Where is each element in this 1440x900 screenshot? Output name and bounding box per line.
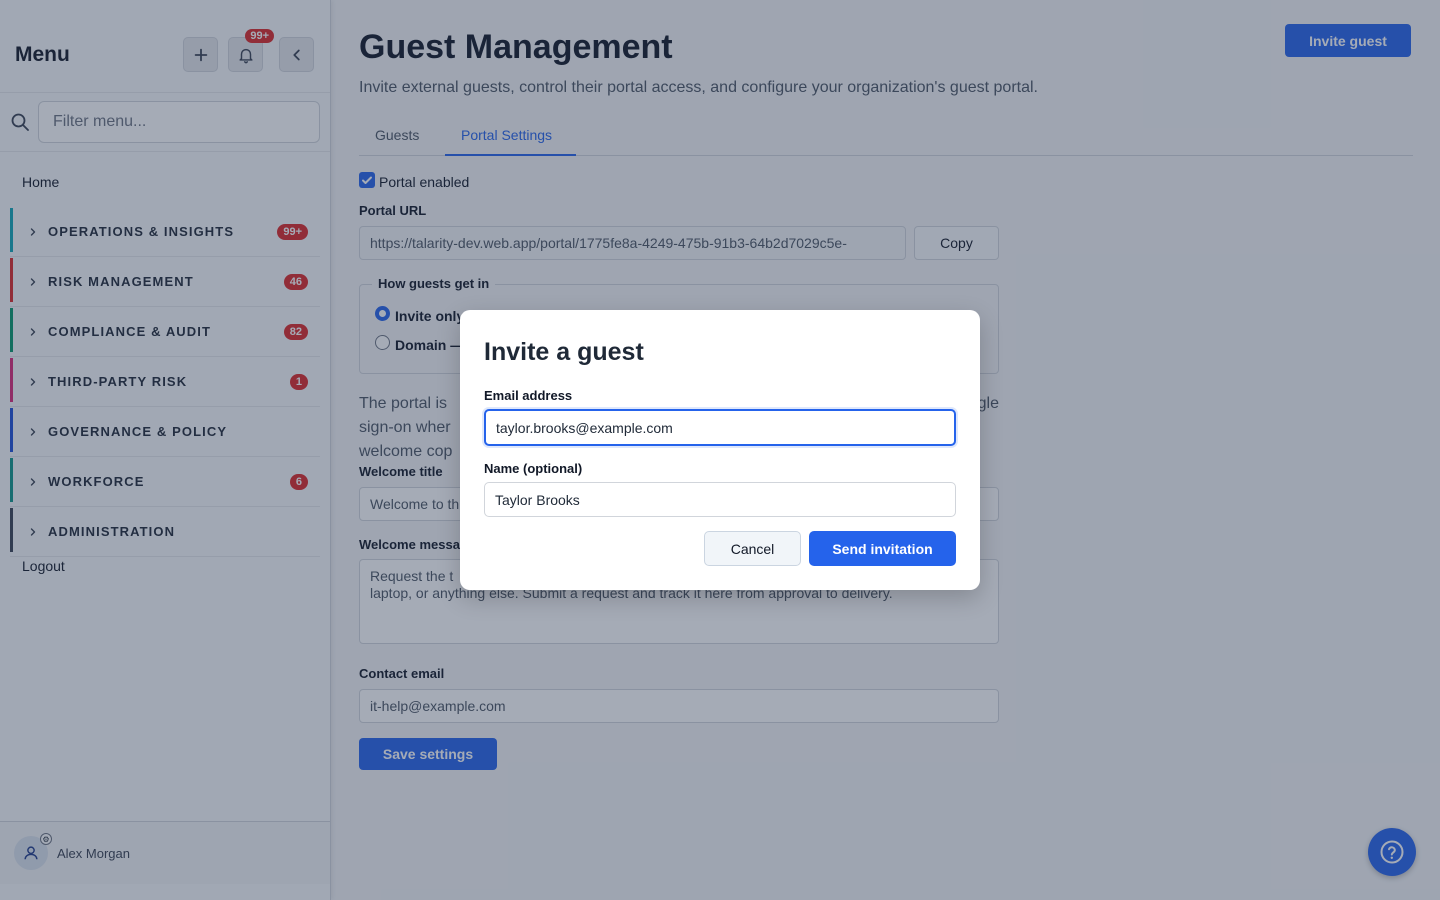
name-field[interactable] — [484, 482, 956, 517]
send-invitation-button[interactable]: Send invitation — [809, 531, 956, 566]
invite-guest-modal: Invite a guest Email address Name (optio… — [460, 310, 980, 590]
email-field[interactable] — [484, 409, 956, 446]
email-label: Email address — [484, 388, 573, 403]
cancel-button[interactable]: Cancel — [704, 531, 801, 566]
name-label: Name (optional) — [484, 461, 583, 476]
modal-title: Invite a guest — [484, 338, 644, 366]
